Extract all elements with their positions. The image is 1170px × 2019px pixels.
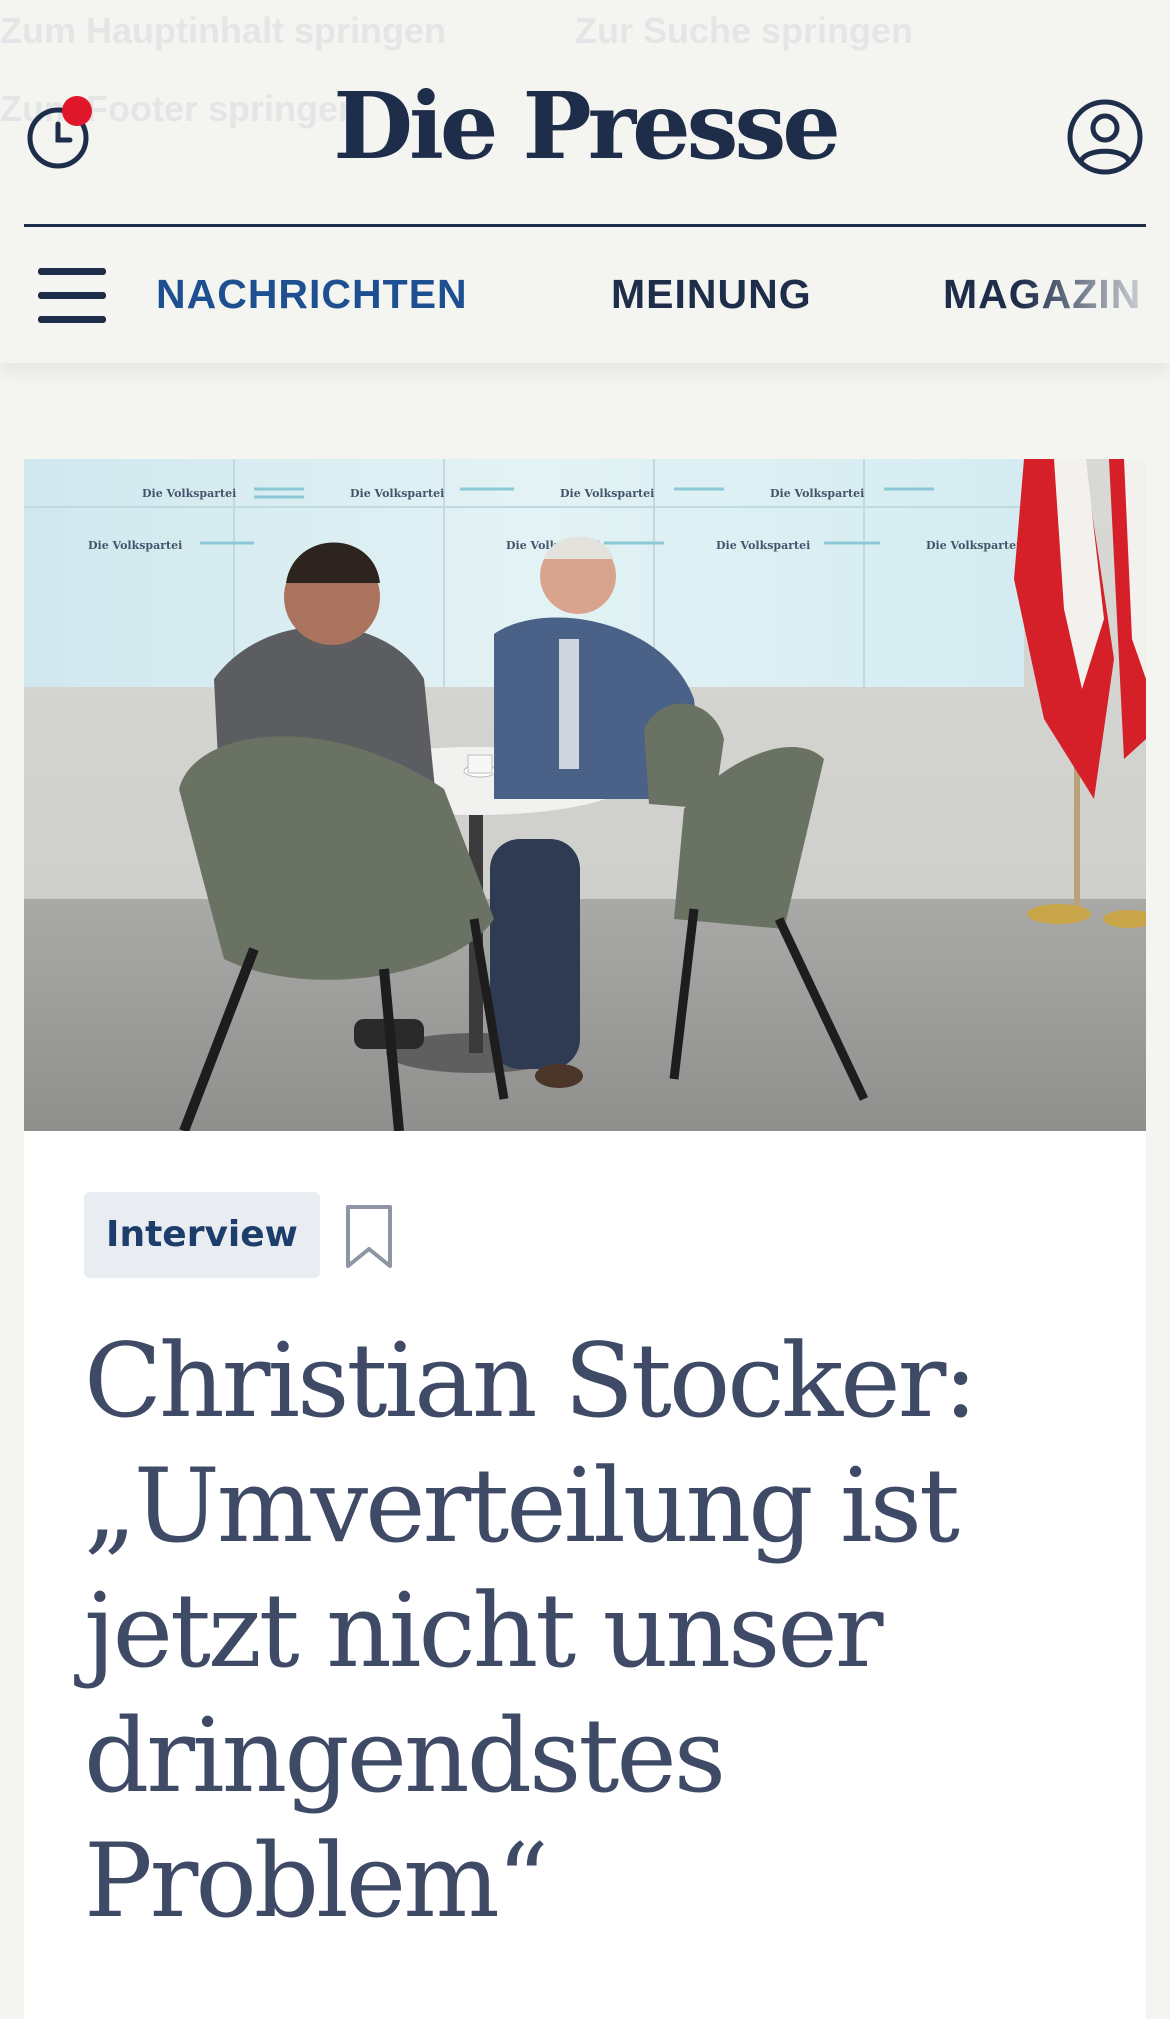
menu-button[interactable] xyxy=(38,268,106,324)
svg-text:Die Volkspartei: Die Volkspartei xyxy=(142,487,236,500)
account-button[interactable] xyxy=(1066,98,1144,176)
svg-text:Die Volkspartei: Die Volkspartei xyxy=(560,487,654,500)
hamburger-menu-icon xyxy=(38,268,106,275)
site-logo[interactable]: Die Presse xyxy=(0,80,1170,172)
nav-item-meinung[interactable]: MEINUNG xyxy=(611,274,812,315)
article-headline[interactable]: Christian Stocker: „Umverteilung ist jet… xyxy=(84,1319,1084,1944)
site-header: Die Presse xyxy=(0,0,1170,227)
svg-text:Die Volkspartei: Die Volkspartei xyxy=(770,487,864,500)
svg-text:Die Volkspartei: Die Volkspartei xyxy=(926,539,1020,552)
bookmark-button[interactable] xyxy=(344,1204,394,1270)
bookmark-icon xyxy=(346,1205,392,1268)
user-account-icon xyxy=(1067,99,1143,175)
interview-photo: Die Volkspartei Die Volkspartei Die Volk… xyxy=(24,459,1146,1131)
svg-text:Die Volkspartei: Die Volkspartei xyxy=(350,487,444,500)
svg-text:Die Volkspartei: Die Volkspartei xyxy=(88,539,182,552)
header-divider xyxy=(24,224,1146,227)
nav-item-nachrichten[interactable]: NACHRICHTEN xyxy=(156,274,468,315)
svg-text:Die Volkspartei: Die Volkspartei xyxy=(716,539,810,552)
section-nav: NACHRICHTEN MEINUNG MAGAZIN xyxy=(0,228,1170,363)
nav-overflow-fade xyxy=(1020,228,1170,363)
article-card[interactable]: Die Volkspartei Die Volkspartei Die Volk… xyxy=(24,459,1146,2019)
article-hero-image: Die Volkspartei Die Volkspartei Die Volk… xyxy=(24,459,1146,1131)
article-tag-badge[interactable]: Interview xyxy=(84,1192,320,1278)
